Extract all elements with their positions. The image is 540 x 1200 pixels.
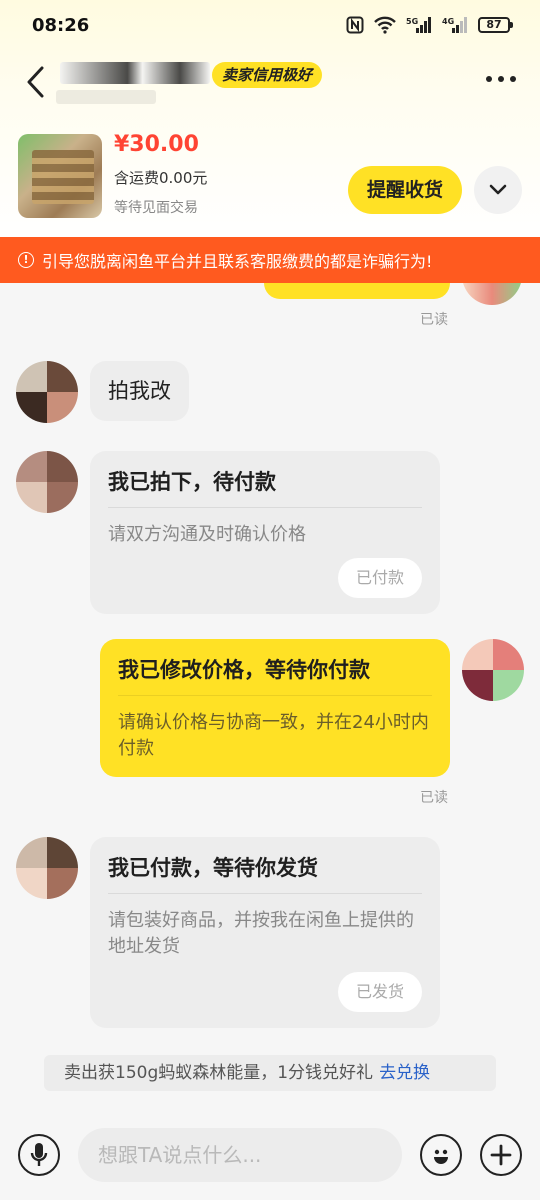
order-product-card[interactable]: ¥30.00 含运费0.00元 等待见面交易 提醒收货 xyxy=(0,130,540,230)
back-button[interactable] xyxy=(22,64,52,100)
emoji-button[interactable] xyxy=(420,1134,462,1176)
chat-nav-bar: 卖家信用极好 xyxy=(0,52,540,112)
chat-message-list[interactable]: 已读 拍我改 我已拍下，待付款 请双方沟通及时确认价格 已付款 我已修改价格，等… xyxy=(0,283,540,1100)
trade-status: 等待见面交易 xyxy=(114,200,198,216)
contact-avatar[interactable] xyxy=(16,451,78,513)
battery-icon: 87 xyxy=(478,17,513,33)
energy-notice: 卖出获150g蚂蚁森林能量，1分钱兑好礼 去兑换 xyxy=(44,1055,496,1091)
order-status-card[interactable]: 我已拍下，待付款 请双方沟通及时确认价格 已付款 xyxy=(90,451,440,614)
price-modified-card[interactable]: 我已修改价格，等待你付款 请确认价格与协商一致，并在24小时内付款 xyxy=(100,639,450,777)
card-divider xyxy=(108,893,422,894)
read-receipt: 已读 xyxy=(420,312,448,328)
product-price: ¥30.00 xyxy=(114,132,199,157)
svg-text:5G: 5G xyxy=(406,17,418,26)
card-title: 我已修改价格，等待你付款 xyxy=(118,658,370,682)
add-button[interactable] xyxy=(480,1134,522,1176)
product-image-shelf xyxy=(32,150,94,204)
status-icons: 5G 4G 87 xyxy=(346,16,513,34)
card-description: 请包装好商品，并按我在闲鱼上提供的地址发货 xyxy=(108,910,414,957)
card-divider xyxy=(108,507,422,508)
chevron-down-icon xyxy=(489,184,507,195)
more-options-button[interactable] xyxy=(486,76,516,82)
signal-4g-icon: 4G xyxy=(442,17,467,33)
contact-avatar[interactable] xyxy=(16,837,78,899)
svg-text:4G: 4G xyxy=(442,17,454,26)
chevron-left-icon xyxy=(27,66,44,98)
fraud-warning-banner: ! 引导您脱离闲鱼平台并且联系客服缴费的都是诈骗行为! xyxy=(0,237,540,283)
read-receipt: 已读 xyxy=(420,790,448,806)
card-description: 请确认价格与协商一致，并在24小时内付款 xyxy=(118,712,429,759)
remind-receipt-button[interactable]: 提醒收货 xyxy=(348,166,462,214)
nfc-icon xyxy=(346,16,364,34)
redeem-link[interactable]: 去兑换 xyxy=(379,1063,430,1083)
expand-button[interactable] xyxy=(474,166,522,214)
previous-message-bubble[interactable] xyxy=(264,283,450,299)
seller-credit-badge: 卖家信用极好 xyxy=(212,62,323,88)
message-input-bar xyxy=(0,1100,540,1200)
contact-avatar[interactable] xyxy=(16,361,78,423)
paid-status-button[interactable]: 已付款 xyxy=(337,558,422,598)
contact-subtitle-redacted xyxy=(56,90,156,104)
my-avatar[interactable] xyxy=(462,639,524,701)
message-input[interactable] xyxy=(78,1128,402,1182)
fraud-warning-text: 引导您脱离闲鱼平台并且联系客服缴费的都是诈骗行为! xyxy=(42,252,433,271)
card-divider xyxy=(118,695,432,696)
product-thumbnail[interactable] xyxy=(18,134,102,218)
contact-name-redacted xyxy=(60,62,210,84)
wifi-icon xyxy=(374,16,396,34)
message-bubble[interactable]: 拍我改 xyxy=(90,361,189,421)
shipping-fee: 含运费0.00元 xyxy=(114,169,208,187)
energy-notice-text: 卖出获150g蚂蚁森林能量，1分钱兑好礼 xyxy=(64,1063,374,1083)
voice-button[interactable] xyxy=(18,1134,60,1176)
card-description: 请双方沟通及时确认价格 xyxy=(108,524,306,545)
battery-level: 87 xyxy=(486,18,502,31)
more-dot-icon xyxy=(510,76,516,82)
microphone-icon xyxy=(30,1143,48,1166)
my-avatar[interactable] xyxy=(462,283,522,305)
payment-done-card[interactable]: 我已付款，等待你发货 请包装好商品，并按我在闲鱼上提供的地址发货 已发货 xyxy=(90,837,440,1028)
card-title: 我已付款，等待你发货 xyxy=(108,856,318,880)
plus-icon xyxy=(490,1144,512,1166)
more-dot-icon xyxy=(498,76,504,82)
card-title: 我已拍下，待付款 xyxy=(108,470,276,494)
emoji-icon xyxy=(434,1149,448,1164)
shipped-status-button[interactable]: 已发货 xyxy=(337,972,422,1012)
status-time: 08:26 xyxy=(32,14,90,36)
signal-5g-icon: 5G xyxy=(406,17,431,33)
more-dot-icon xyxy=(486,76,492,82)
status-bar: 08:26 5G 4G 87 xyxy=(0,0,540,50)
warning-icon: ! xyxy=(18,252,34,268)
